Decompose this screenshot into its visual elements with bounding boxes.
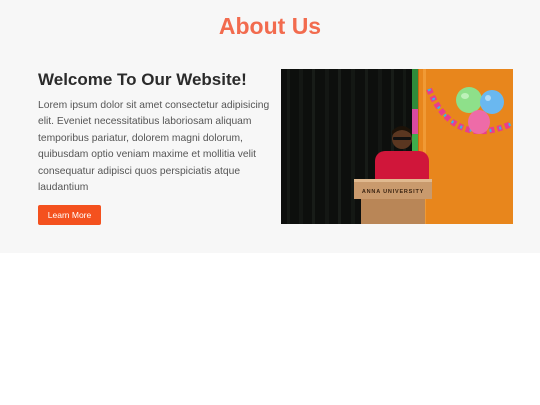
about-section: About Us Welcome To Our Website! Lorem i… <box>0 0 540 253</box>
speaker-photo: ANNA UNIVERSITY <box>281 69 513 224</box>
podium-label: ANNA UNIVERSITY <box>362 189 424 195</box>
learn-more-button[interactable]: Learn More <box>38 205 101 225</box>
about-text-column: Welcome To Our Website! Lorem ipsum dolo… <box>38 69 270 196</box>
page-title: About Us <box>218 13 322 39</box>
about-description: Lorem ipsum dolor sit amet consectetur a… <box>38 100 270 194</box>
welcome-heading: Welcome To Our Website! <box>38 70 247 89</box>
